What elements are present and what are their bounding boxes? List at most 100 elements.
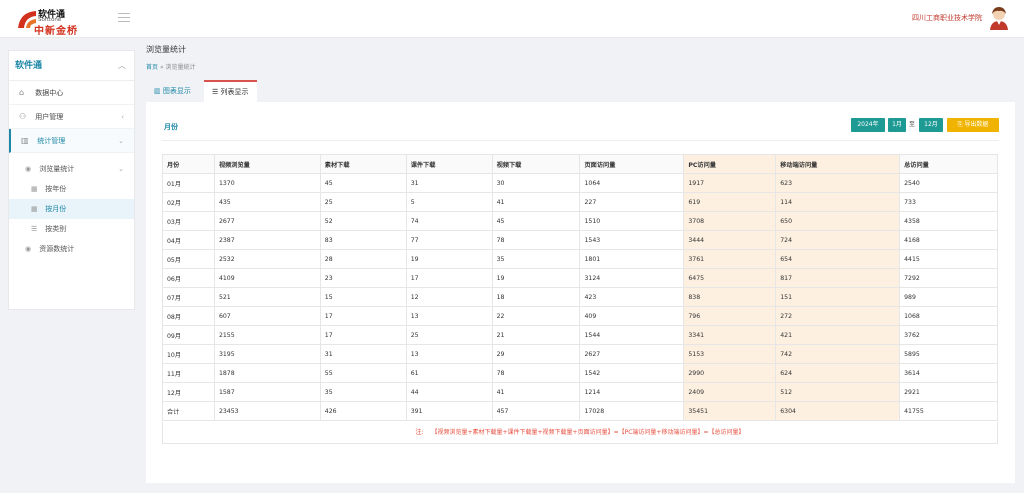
- sidebar-sub-page-views[interactable]: ◉ 浏览量统计 ⌄: [9, 159, 134, 179]
- table-cell: 521: [213, 287, 321, 307]
- tab-list-view[interactable]: ☰ 列表显示: [204, 80, 257, 102]
- table-cell: 6304: [775, 401, 901, 421]
- table-cell: 30: [491, 173, 581, 193]
- school-name[interactable]: 四川工商职业技术学院: [912, 13, 982, 23]
- table-cell: 1064: [579, 173, 685, 193]
- year-select-button[interactable]: 2024年: [851, 118, 885, 132]
- table-cell: 650: [775, 211, 901, 231]
- table-cell: 1801: [579, 249, 685, 269]
- bar-chart-icon: ▥: [21, 136, 29, 145]
- table-cell: 23453: [213, 401, 321, 421]
- table-row: 01月 1370 45 31 30 1064 1917 623 2540: [162, 173, 998, 193]
- table-cell: 2990: [683, 363, 777, 383]
- stats-table: 月份 视频浏览量 素材下载 课件下载 视频下载 页面访问量 PC访问量 移动端访问量 总访问量 …: [162, 154, 998, 421]
- table-row: 08月 607 17 13 22 409 796 272 1068: [162, 306, 998, 326]
- table-cell: 421: [775, 325, 901, 345]
- menu-toggle-icon[interactable]: [118, 13, 130, 23]
- table-cell: 5895: [899, 344, 998, 364]
- table-cell: 41755: [899, 401, 998, 421]
- table-cell: 13: [405, 344, 493, 364]
- sidebar-sub-by-year[interactable]: ▦ 按年份: [9, 179, 134, 199]
- table-cell: 151: [775, 287, 901, 307]
- sidebar-item-statistics[interactable]: ▥ 统计管理 ⌄: [9, 129, 134, 153]
- table-cell: 78: [491, 363, 581, 383]
- table-cell: 2627: [579, 344, 685, 364]
- table-cell: 1587: [213, 382, 321, 402]
- sidebar-sub-by-month[interactable]: ▦ 按月份: [9, 199, 134, 219]
- table-cell: 10月: [162, 344, 215, 364]
- table-cell: 1542: [579, 363, 685, 383]
- table-cell: 1068: [899, 306, 998, 326]
- breadcrumb-home[interactable]: 首页: [146, 64, 158, 71]
- table-row: 02月 435 25 5 41 227 619 114 733: [162, 192, 998, 212]
- table-cell: 3195: [213, 344, 321, 364]
- table-cell: 41: [491, 382, 581, 402]
- eye-icon: ◉: [25, 165, 32, 173]
- table-row: 04月 2387 83 77 78 1543 3444 724 4168: [162, 230, 998, 250]
- table-cell: 83: [319, 230, 407, 250]
- table-cell: 2532: [213, 249, 321, 269]
- calendar-icon: ▦: [31, 205, 38, 213]
- sidebar-item-label: 统计管理: [37, 137, 66, 145]
- user-avatar-icon[interactable]: [988, 6, 1010, 30]
- table-cell: 3124: [579, 268, 685, 288]
- table-cell: 7292: [899, 268, 998, 288]
- table-cell: 52: [319, 211, 407, 231]
- table-cell: 623: [775, 173, 901, 193]
- table-cell: 3341: [683, 325, 777, 345]
- table-row: 07月 521 15 12 18 423 838 151 989: [162, 287, 998, 307]
- table-cell: 4109: [213, 268, 321, 288]
- sidebar-sub-label: 浏览量统计: [39, 165, 75, 173]
- table-cell: 45: [319, 173, 407, 193]
- table-cell: 77: [405, 230, 493, 250]
- sidebar-sub-resource-stats[interactable]: ◉ 资源数统计: [9, 239, 134, 259]
- column-header: PC访问量: [683, 154, 777, 174]
- table-row: 03月 2677 52 74 45 1510 3708 650 4358: [162, 211, 998, 231]
- column-header: 素材下载: [319, 154, 407, 174]
- to-month-button[interactable]: 12月: [919, 118, 943, 132]
- table-cell: 2409: [683, 382, 777, 402]
- table-cell: 227: [579, 192, 685, 212]
- note-text: 【视频浏览量+素材下载量+课件下载量+视频下载量+页面访问量】=【PC端访问量+…: [431, 429, 745, 436]
- eye-icon: ◉: [25, 245, 32, 253]
- sidebar-item-data-center[interactable]: ⌂ 数据中心: [9, 81, 134, 105]
- table-row: 10月 3195 31 13 29 2627 5153 742 5895: [162, 344, 998, 364]
- table-cell: 55: [319, 363, 407, 383]
- table-cell: 423: [579, 287, 685, 307]
- table-cell: 5: [405, 192, 493, 212]
- table-cell: 22: [491, 306, 581, 326]
- table-cell: 3762: [899, 325, 998, 345]
- column-header: 视频下载: [491, 154, 581, 174]
- table-cell: 17: [319, 325, 407, 345]
- sidebar-item-user-management[interactable]: ⚇ 用户管理 ‹: [9, 105, 134, 129]
- table-row: 09月 2155 17 25 21 1544 3341 421 3762: [162, 325, 998, 345]
- home-icon: ⌂: [19, 88, 25, 97]
- column-header: 视频浏览量: [213, 154, 321, 174]
- to-text: 至: [909, 121, 916, 128]
- table-cell: 44: [405, 382, 493, 402]
- table-cell: 09月: [162, 325, 215, 345]
- export-data-button[interactable]: ⎘ 导出数据: [947, 118, 999, 132]
- table-cell: 1544: [579, 325, 685, 345]
- column-header: 页面访问量: [579, 154, 685, 174]
- table-cell: 607: [213, 306, 321, 326]
- user-icon: ⚇: [19, 112, 27, 121]
- logo[interactable]: 软件通 Softtone 中新金桥: [16, 5, 77, 37]
- sidebar-item-label: 数据中心: [35, 89, 64, 97]
- table-cell: 457: [491, 401, 581, 421]
- sidebar-title[interactable]: 软件通 ︿: [9, 51, 134, 81]
- sidebar-sub-label: 按类别: [45, 225, 67, 233]
- table-cell: 13: [405, 306, 493, 326]
- table-cell: 17: [405, 268, 493, 288]
- table-cell: 01月: [162, 173, 215, 193]
- table-cell: 45: [491, 211, 581, 231]
- chevron-left-icon: ‹: [121, 113, 124, 121]
- table-cell: 654: [775, 249, 901, 269]
- tab-chart-view[interactable]: ▥ 图表显示: [146, 80, 199, 102]
- sidebar-sub-by-category[interactable]: ☰ 按类别: [9, 219, 134, 239]
- from-month-button[interactable]: 1月: [888, 118, 906, 132]
- table-cell: 2921: [899, 382, 998, 402]
- table-cell: 74: [405, 211, 493, 231]
- table-cell: 1370: [213, 173, 321, 193]
- panel-divider: [162, 140, 999, 141]
